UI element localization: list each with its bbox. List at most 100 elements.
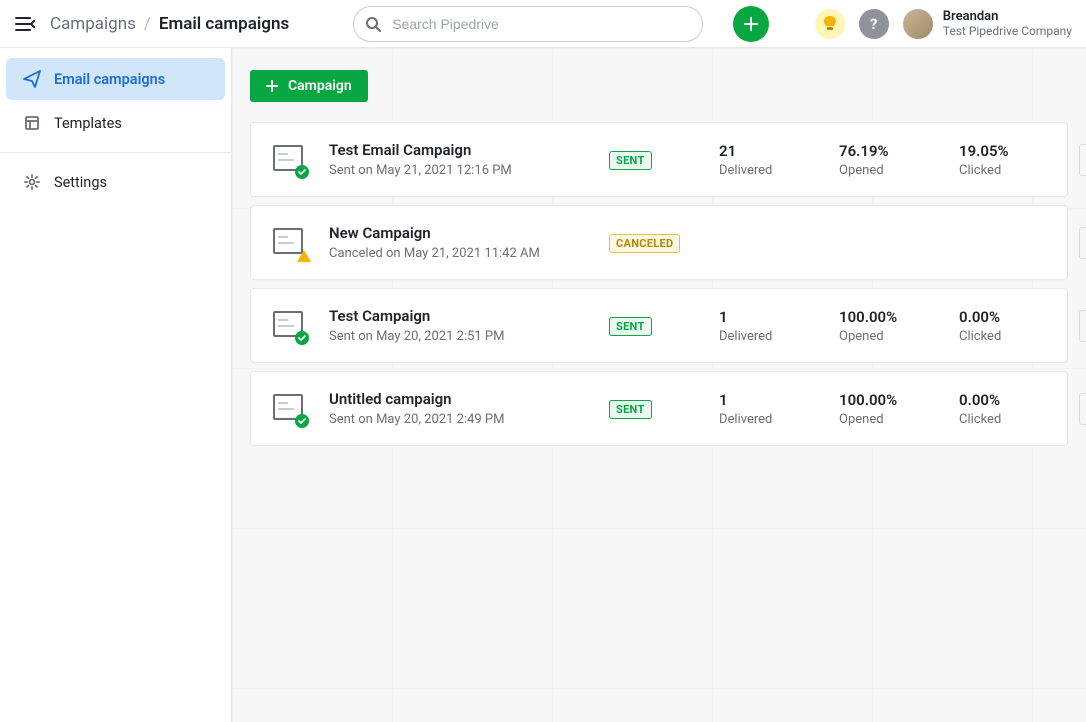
search-icon (365, 16, 381, 32)
campaign-title-col: Untitled campaign Sent on May 20, 2021 2… (329, 390, 609, 427)
sidebar: Email campaigns Templates Settings (0, 48, 232, 722)
campaign-icon (273, 394, 307, 424)
campaign-subtitle: Canceled on May 21, 2021 11:42 AM (329, 246, 609, 261)
sidebar-item-label: Settings (54, 174, 107, 191)
stat-label: Delivered (719, 412, 839, 427)
stat-label: Clicked (959, 163, 1079, 178)
campaign-subtitle: Sent on May 20, 2021 2:51 PM (329, 329, 609, 344)
stat-clicked: 19.05% Clicked (959, 142, 1079, 178)
plus-icon (743, 16, 759, 32)
user-text: Breandan Test Pipedrive Company (943, 9, 1072, 39)
stat-value: 100.00% (839, 391, 959, 409)
search-input[interactable] (353, 6, 703, 42)
campaign-actions-button[interactable] (1079, 144, 1086, 176)
campaign-row: Untitled campaign Sent on May 20, 2021 2… (250, 371, 1068, 446)
stat-value: 19.05% (959, 142, 1079, 160)
topbar-right: ? Breandan Test Pipedrive Company (815, 9, 1072, 39)
campaign-status-col: CANCELED (609, 232, 719, 253)
stat-opened: 100.00% Opened (839, 308, 959, 344)
campaign-row: Test Email Campaign Sent on May 21, 2021… (250, 122, 1068, 197)
template-icon (22, 114, 42, 132)
stat-value: 100.00% (839, 308, 959, 326)
layout: Email campaigns Templates Settings Campa… (0, 48, 1086, 722)
campaign-subtitle: Sent on May 21, 2021 12:16 PM (329, 163, 609, 178)
stat-label: Opened (839, 329, 959, 344)
check-badge-icon (295, 331, 309, 345)
campaign-title[interactable]: Test Campaign (329, 307, 609, 325)
campaign-actions-button[interactable] (1079, 310, 1086, 342)
stat-label: Opened (839, 163, 959, 178)
check-badge-icon (295, 414, 309, 428)
stat-value: 0.00% (959, 308, 1079, 326)
status-badge: SENT (609, 400, 652, 419)
stat-clicked: 0.00% Clicked (959, 308, 1079, 344)
campaign-title-col: New Campaign Canceled on May 21, 2021 11… (329, 224, 609, 261)
stat-opened: 100.00% Opened (839, 391, 959, 427)
help-icon[interactable]: ? (859, 9, 889, 39)
campaign-title[interactable]: Test Email Campaign (329, 141, 609, 159)
sidebar-item-settings[interactable]: Settings (6, 161, 225, 203)
user-menu[interactable]: Breandan Test Pipedrive Company (903, 9, 1072, 39)
warning-badge-icon (297, 250, 311, 262)
campaign-title[interactable]: Untitled campaign (329, 390, 609, 408)
campaign-actions-button[interactable] (1079, 393, 1086, 425)
user-company: Test Pipedrive Company (943, 24, 1072, 38)
stat-label: Opened (839, 412, 959, 427)
campaign-icon (273, 228, 307, 258)
stat-label: Delivered (719, 163, 839, 178)
breadcrumb: Campaigns / Email campaigns (50, 14, 289, 34)
user-name: Breandan (943, 9, 1072, 25)
stat-delivered: 21 Delivered (719, 142, 839, 178)
search-wrap (353, 6, 703, 42)
campaign-actions-button[interactable] (1079, 227, 1086, 259)
campaign-title[interactable]: New Campaign (329, 224, 609, 242)
campaign-status-col: SENT (609, 149, 719, 170)
stat-opened: 76.19% Opened (839, 142, 959, 178)
status-badge: SENT (609, 317, 652, 336)
stat-value: 1 (719, 391, 839, 409)
campaign-row: New Campaign Canceled on May 21, 2021 11… (250, 205, 1068, 280)
sidebar-item-templates[interactable]: Templates (6, 102, 225, 144)
sidebar-item-label: Templates (54, 115, 122, 132)
stat-label: Clicked (959, 412, 1079, 427)
campaign-status-col: SENT (609, 315, 719, 336)
campaign-icon (273, 311, 307, 341)
status-badge: CANCELED (609, 234, 680, 253)
stat-delivered: 1 Delivered (719, 308, 839, 344)
campaign-subtitle: Sent on May 20, 2021 2:49 PM (329, 412, 609, 427)
breadcrumb-root[interactable]: Campaigns (50, 14, 136, 34)
breadcrumb-current: Email campaigns (159, 14, 289, 34)
paper-plane-icon (22, 70, 42, 88)
check-badge-icon (295, 165, 309, 179)
main-content: Campaign Test Email Campaign Sent on May… (250, 70, 1068, 446)
stat-label: Clicked (959, 329, 1079, 344)
sidebar-divider (0, 152, 231, 153)
lightbulb-icon[interactable] (815, 9, 845, 39)
stat-delivered: 1 Delivered (719, 391, 839, 427)
stat-value: 21 (719, 142, 839, 160)
global-add-button[interactable] (733, 6, 769, 42)
stat-label: Delivered (719, 329, 839, 344)
new-campaign-button[interactable]: Campaign (250, 70, 368, 102)
campaign-title-col: Test Email Campaign Sent on May 21, 2021… (329, 141, 609, 178)
avatar (903, 9, 933, 39)
menu-toggle-icon[interactable] (14, 13, 36, 35)
new-campaign-label: Campaign (288, 78, 352, 94)
gear-icon (22, 173, 42, 191)
campaign-icon (273, 145, 307, 175)
plus-icon (266, 80, 278, 92)
campaign-status-col: SENT (609, 398, 719, 419)
sidebar-item-label: Email campaigns (54, 71, 165, 88)
campaign-title-col: Test Campaign Sent on May 20, 2021 2:51 … (329, 307, 609, 344)
breadcrumb-separator: / (144, 14, 151, 34)
stat-value: 1 (719, 308, 839, 326)
stat-value: 76.19% (839, 142, 959, 160)
topbar: Campaigns / Email campaigns ? Breandan T… (0, 0, 1086, 48)
stat-clicked: 0.00% Clicked (959, 391, 1079, 427)
campaign-list: Test Email Campaign Sent on May 21, 2021… (250, 122, 1068, 446)
stat-value: 0.00% (959, 391, 1079, 409)
status-badge: SENT (609, 151, 652, 170)
main: Campaign Test Email Campaign Sent on May… (232, 48, 1086, 722)
campaign-row: Test Campaign Sent on May 20, 2021 2:51 … (250, 288, 1068, 363)
sidebar-item-email-campaigns[interactable]: Email campaigns (6, 58, 225, 100)
